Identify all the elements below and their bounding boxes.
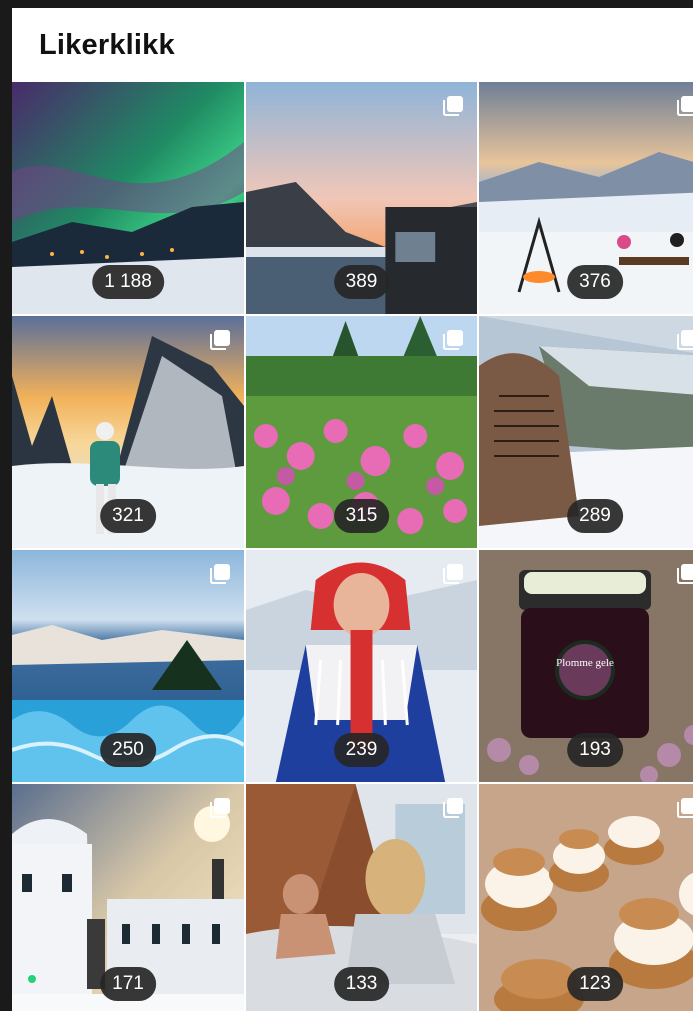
multiple-images-icon xyxy=(675,328,693,352)
multiple-images-icon xyxy=(208,796,232,820)
multiple-images-icon xyxy=(441,796,465,820)
like-count-badge: 133 xyxy=(333,967,390,1001)
grid-tile-fjord[interactable]: 389 xyxy=(246,82,477,314)
like-count-badge: 389 xyxy=(333,265,390,299)
grid-tile-flowers[interactable]: 315 xyxy=(246,316,477,548)
like-count-badge: 250 xyxy=(100,733,156,767)
grid-tile-costume[interactable]: 239 xyxy=(246,550,477,782)
multiple-images-icon xyxy=(441,94,465,118)
multiple-images-icon xyxy=(208,562,232,586)
like-count-badge: 1 188 xyxy=(92,265,164,299)
photo-grid: 1 188 389 376 321 315 289 250 239 Plomme… xyxy=(12,82,693,1011)
like-count-badge: 315 xyxy=(333,499,390,533)
multiple-images-icon xyxy=(675,562,693,586)
like-count-badge: 171 xyxy=(100,967,156,1001)
multiple-images-icon xyxy=(441,562,465,586)
svg-text:Plomme gele: Plomme gele xyxy=(556,657,614,669)
like-count-badge: 239 xyxy=(333,733,390,767)
header: Likerklikk xyxy=(12,8,693,82)
multiple-images-icon xyxy=(441,328,465,352)
grid-tile-aurora[interactable]: 1 188 xyxy=(12,82,244,314)
grid-tile-buns[interactable]: 123 xyxy=(479,784,693,1011)
grid-tile-firepit[interactable]: 376 xyxy=(479,82,693,314)
grid-tile-runestone[interactable]: 289 xyxy=(479,316,693,548)
grid-tile-manor[interactable]: 171 xyxy=(12,784,244,1011)
like-count-badge: 123 xyxy=(567,967,623,1001)
like-count-badge: 321 xyxy=(100,499,156,533)
profile-frame: Likerklikk 1 188 389 376 321 315 289 250… xyxy=(12,8,693,1011)
multiple-images-icon xyxy=(208,328,232,352)
like-count-badge: 193 xyxy=(567,733,623,767)
grid-tile-jelly[interactable]: Plomme gele 193 xyxy=(479,550,693,782)
page-title: Likerklikk xyxy=(39,28,175,61)
like-count-badge: 289 xyxy=(567,499,623,533)
grid-tile-skier[interactable]: 321 xyxy=(12,316,244,548)
like-count-badge: 376 xyxy=(567,265,623,299)
grid-tile-bed[interactable]: 133 xyxy=(246,784,477,1011)
grid-tile-hottub[interactable]: 250 xyxy=(12,550,244,782)
multiple-images-icon xyxy=(675,94,693,118)
multiple-images-icon xyxy=(675,796,693,820)
